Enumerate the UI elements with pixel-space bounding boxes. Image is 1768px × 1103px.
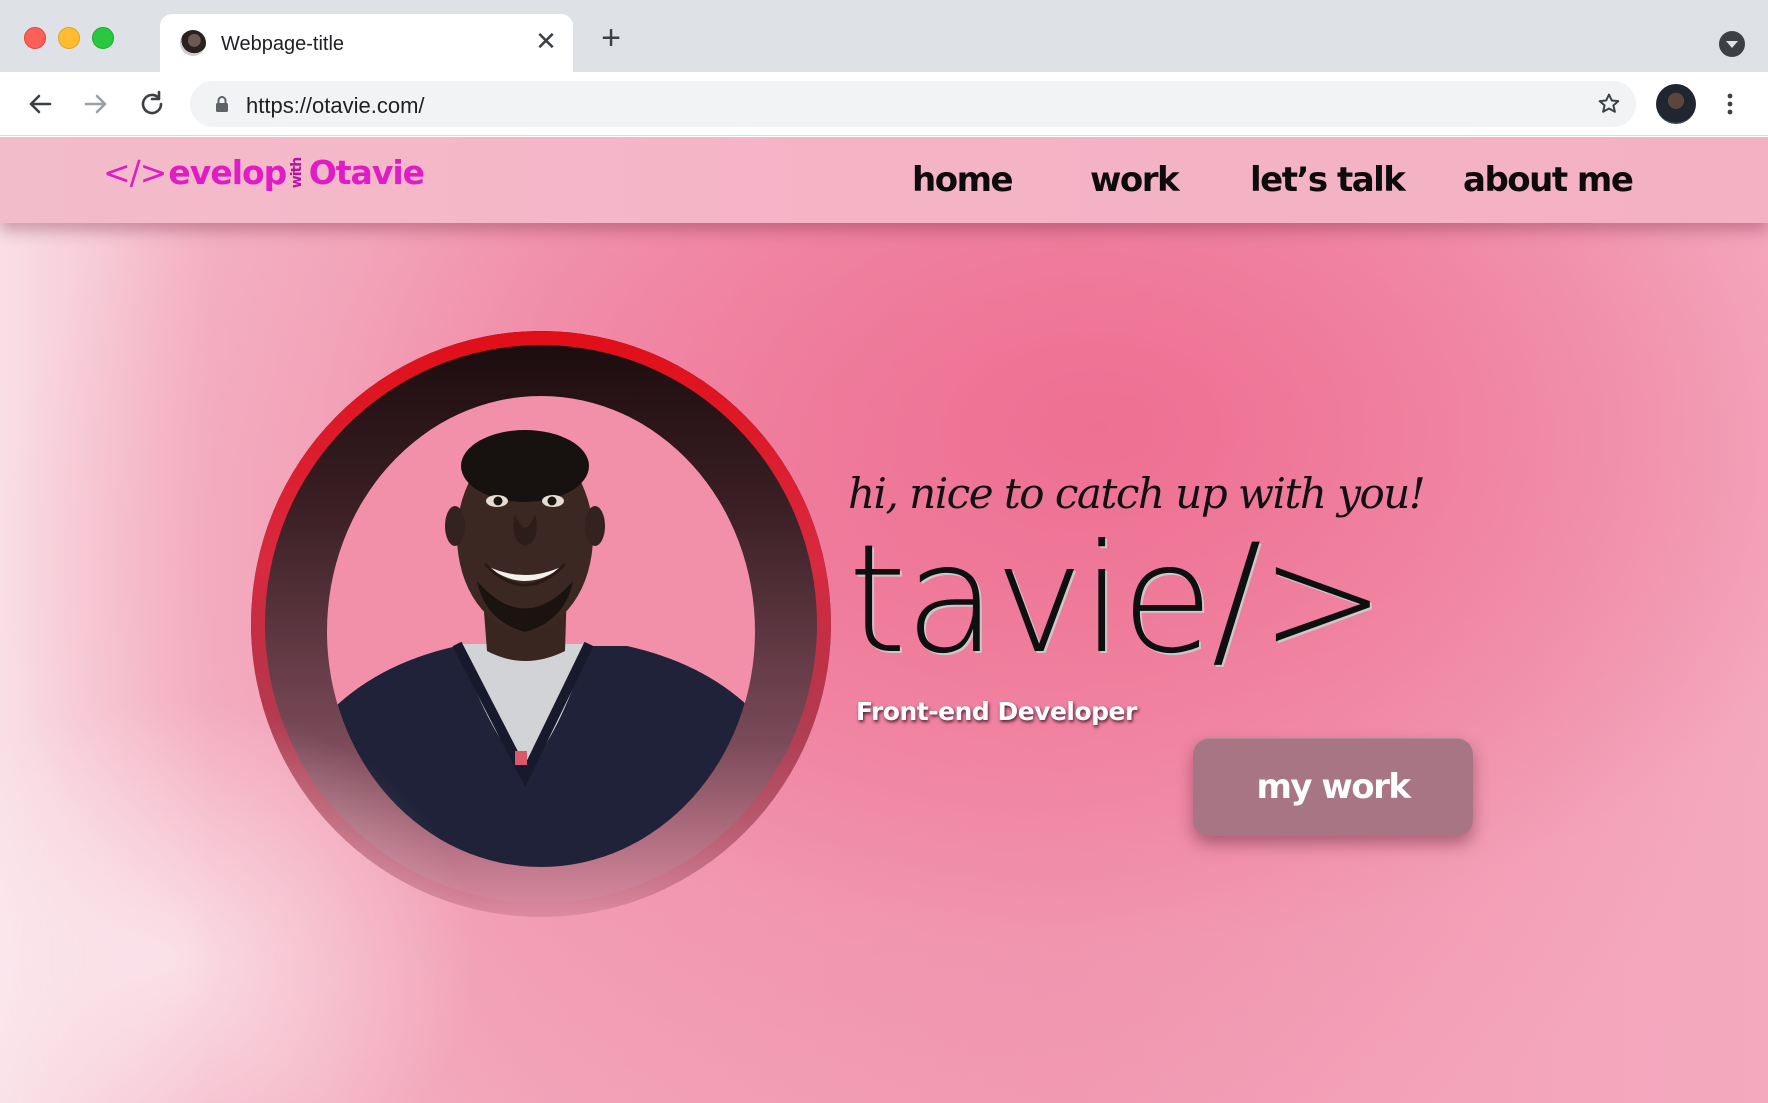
window-close-button[interactable] — [24, 27, 46, 49]
url-text[interactable]: https://otavie.com/ — [246, 93, 425, 119]
site-header: </>evelop withOtavie home work let’s talk… — [0, 137, 1768, 223]
logo-text-a: evelop — [168, 153, 287, 192]
profile-photo — [327, 396, 755, 867]
hero-role: Front-end Developer — [856, 697, 1137, 726]
window-maximize-button[interactable] — [92, 27, 114, 49]
hero-greeting: hi, nice to catch up with you! — [848, 469, 1426, 518]
favicon-icon — [180, 30, 206, 56]
logo-with: with — [289, 157, 306, 188]
more-menu-icon[interactable] — [1720, 88, 1740, 120]
my-work-button[interactable]: my work — [1193, 738, 1473, 836]
profile-avatar[interactable] — [1656, 84, 1696, 124]
nav-home-link[interactable]: home — [912, 160, 1014, 200]
window-minimize-button[interactable] — [58, 27, 80, 49]
forward-arrow-icon[interactable] — [80, 88, 112, 120]
page-viewport: </>evelop withOtavie home work let’s talk… — [0, 137, 1768, 1103]
bookmark-star-icon[interactable] — [1596, 91, 1622, 117]
tab-search-icon[interactable] — [1719, 31, 1745, 57]
browser-tab-active[interactable]: Webpage-title ✕ — [160, 14, 573, 72]
logo-text-b: Otavie — [308, 153, 425, 192]
site-logo[interactable]: </>evelop withOtavie — [103, 153, 425, 201]
lock-icon — [216, 96, 228, 112]
tab-title: Webpage-title — [221, 33, 345, 55]
reload-icon[interactable] — [136, 88, 168, 120]
tab-close-icon[interactable]: ✕ — [533, 28, 559, 54]
logo-brackets: </> — [103, 153, 167, 192]
person-portrait — [327, 430, 755, 867]
browser-toolbar: https://otavie.com/ — [0, 72, 1768, 136]
address-bar[interactable]: https://otavie.com/ — [190, 81, 1636, 127]
nav-work-link[interactable]: work — [1090, 160, 1180, 200]
back-arrow-icon[interactable] — [24, 88, 56, 120]
nav-lets-talk-link[interactable]: let’s talk — [1250, 160, 1406, 200]
browser-tab-strip: Webpage-title ✕ + — [0, 0, 1768, 72]
new-tab-button[interactable]: + — [596, 21, 626, 55]
hero-name: tavie/> — [848, 513, 1386, 687]
nav-about-me-link[interactable]: about me — [1463, 160, 1634, 200]
